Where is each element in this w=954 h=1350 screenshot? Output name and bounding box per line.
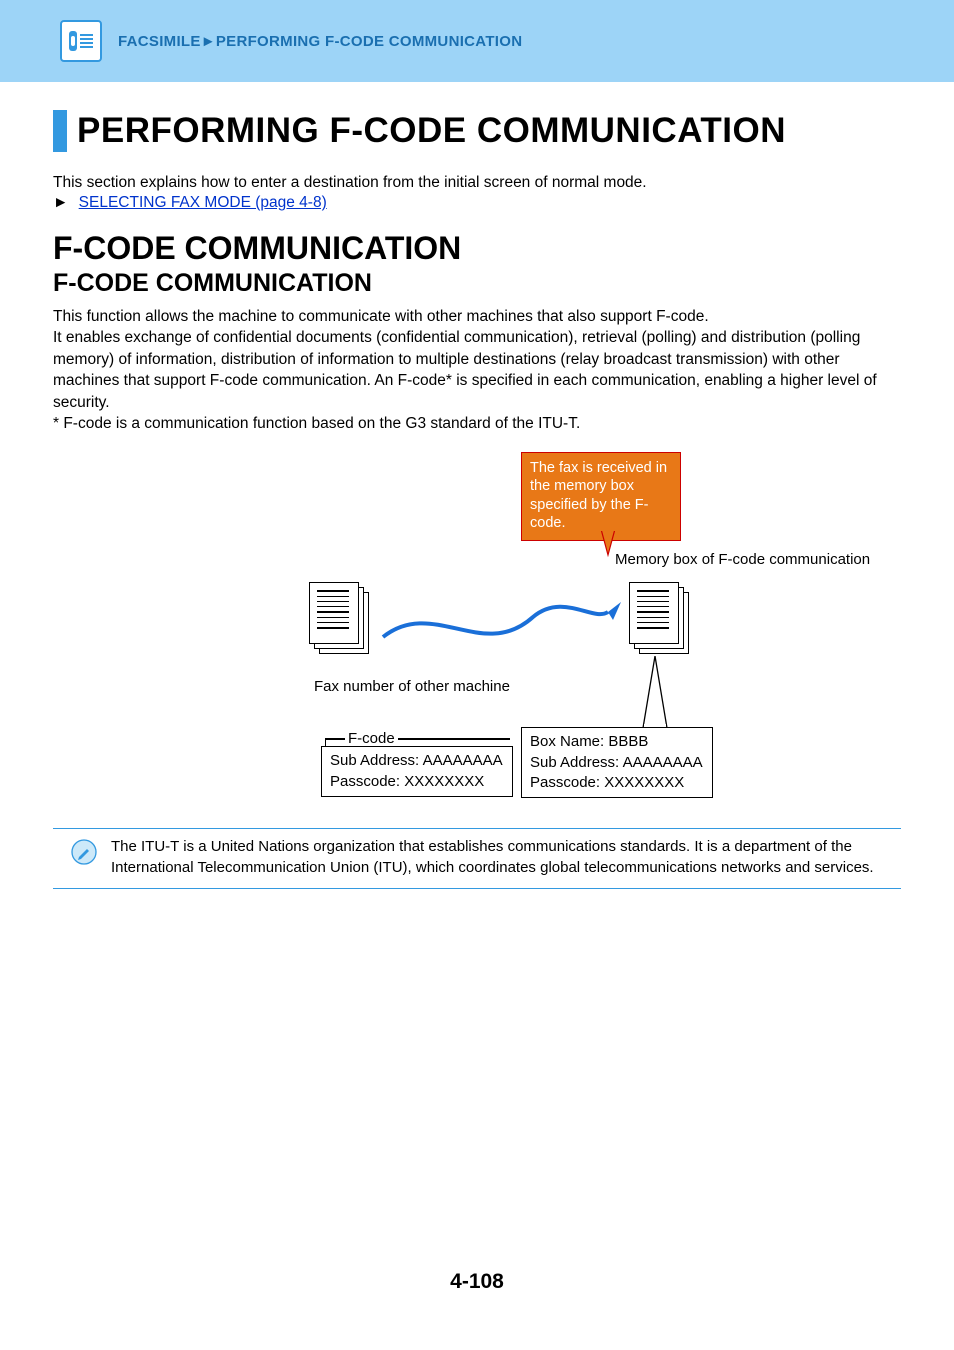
sender-fcode-box: Sub Address: AAAAAAAA Passcode: XXXXXXXX [321,746,513,797]
header-bar: FACSIMILE►PERFORMING F-CODE COMMUNICATIO… [0,0,954,82]
content-area: PERFORMING F-CODE COMMUNICATION This sec… [0,82,954,889]
main-title-row: PERFORMING F-CODE COMMUNICATION [53,110,901,152]
note-block: The ITU-T is a United Nations organizati… [53,837,901,878]
section-title: F-CODE COMMUNICATION [53,230,901,267]
link-row: ► SELECTING FAX MODE (page 4-8) [53,194,901,212]
body-text: This function allows the machine to comm… [53,306,901,434]
note-separator-bottom [53,888,901,889]
page-number: 4-108 [0,1270,954,1294]
selecting-fax-mode-link[interactable]: SELECTING FAX MODE (page 4-8) [79,194,327,211]
page-title: PERFORMING F-CODE COMMUNICATION [77,111,786,151]
box2-sub-address: Sub Address: AAAAAAAA [530,753,704,773]
box1-sub-address: Sub Address: AAAAAAAA [330,751,504,771]
note-separator-top [53,828,901,829]
diagram: The fax is received in the memory box sp… [53,452,901,824]
intro-text: This section explains how to enter a des… [53,174,901,192]
fcode-connector-vert [325,738,326,746]
arrow-icon: ► [53,194,68,211]
box2-pointer [637,656,677,730]
fcode-label: F-code [348,730,395,747]
box2-box-name: Box Name: BBBB [530,732,704,752]
title-accent-bar [53,110,67,152]
breadcrumb: FACSIMILE►PERFORMING F-CODE COMMUNICATIO… [118,33,522,50]
fax-icon [60,20,102,62]
memory-box-label: Memory box of F-code communication [615,551,870,570]
memory-callout: The fax is received in the memory box sp… [521,452,681,541]
sub-title: F-CODE COMMUNICATION [53,269,901,298]
pencil-note-icon [71,839,97,865]
fax-number-label: Fax number of other machine [314,678,510,697]
transmission-arrow [373,592,633,662]
fcode-connector-left [325,738,345,739]
fcode-connector-right [398,738,510,739]
box1-passcode: Passcode: XXXXXXXX [330,772,504,792]
receiver-memory-box: Box Name: BBBB Sub Address: AAAAAAAA Pas… [521,727,713,798]
note-text: The ITU-T is a United Nations organizati… [111,837,897,878]
box2-passcode: Passcode: XXXXXXXX [530,773,704,793]
